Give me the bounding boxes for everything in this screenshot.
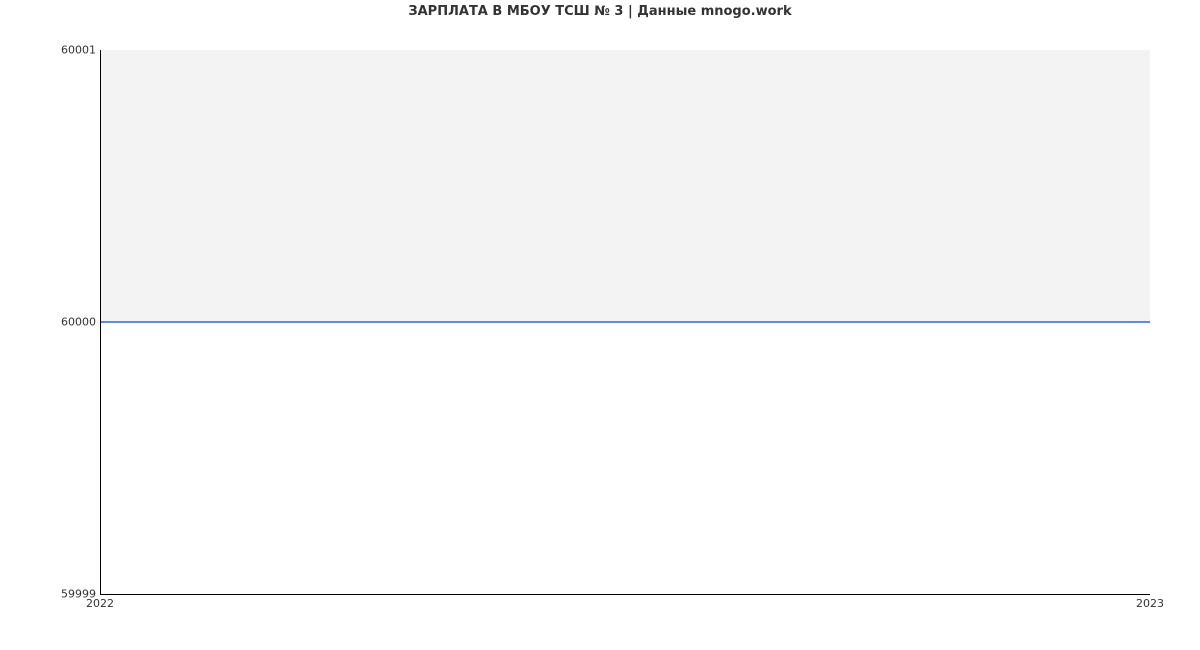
series-line [101, 321, 1150, 323]
salary-line-chart: ЗАРПЛАТА В МБОУ ТСШ № 3 | Данные mnogo.w… [0, 0, 1200, 630]
chart-title: ЗАРПЛАТА В МБОУ ТСШ № 3 | Данные mnogo.w… [0, 4, 1200, 19]
series-fill [101, 50, 1150, 322]
y-tick-60001: 60001 [46, 45, 96, 56]
plot-area [100, 50, 1150, 595]
x-tick-2023: 2023 [1136, 598, 1164, 609]
y-tick-60000: 60000 [46, 317, 96, 328]
x-tick-2022: 2022 [86, 598, 114, 609]
